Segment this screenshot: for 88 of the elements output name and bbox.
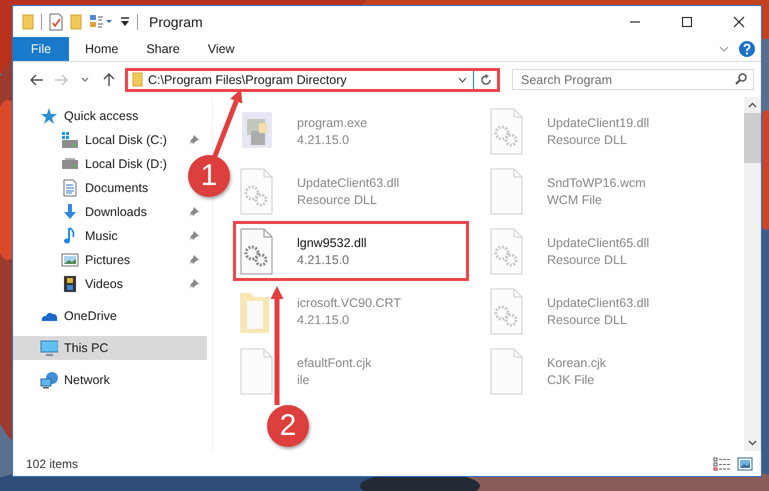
large-icons-view-icon[interactable] bbox=[737, 456, 753, 470]
file-item[interactable]: program.exe 4.21.15.0 bbox=[233, 103, 469, 159]
picture-icon bbox=[61, 251, 79, 269]
down-arrow-icon bbox=[61, 203, 79, 221]
up-arrow-icon bbox=[103, 72, 115, 86]
file-detail: 4.21.15.0 bbox=[297, 252, 350, 266]
gear-document-icon bbox=[239, 226, 275, 276]
file-name[interactable]: efaultFont.cjk bbox=[297, 356, 372, 370]
step-badge: 2 bbox=[267, 405, 309, 447]
file-name[interactable]: Korean.cjk bbox=[547, 356, 606, 370]
document-icon bbox=[489, 346, 525, 396]
nav-item[interactable]: Downloads bbox=[61, 200, 207, 224]
file-name[interactable]: UpdateClient63.dll bbox=[547, 296, 650, 310]
search-icon bbox=[735, 73, 747, 85]
address-path: C:\Program Files\Program Directory bbox=[148, 72, 348, 86]
document-icon bbox=[61, 179, 79, 197]
file-item[interactable]: SndToWP16.wcm WCM File bbox=[483, 163, 719, 219]
star-icon bbox=[40, 107, 58, 125]
details-view-icon[interactable] bbox=[713, 456, 731, 470]
gear-document-icon bbox=[489, 226, 525, 276]
file-item[interactable]: UpdateClient19.dll Resource DLL bbox=[483, 103, 719, 159]
right-arrow-icon bbox=[54, 74, 68, 86]
file-detail: 4.21.15.0 bbox=[297, 132, 350, 146]
folder-icon bbox=[132, 72, 143, 87]
step-badge: 1 bbox=[188, 155, 230, 197]
gear-document-icon bbox=[239, 166, 275, 216]
address-bar[interactable]: C:\Program Files\Program Directory bbox=[125, 68, 500, 92]
monitor-icon bbox=[40, 339, 58, 357]
network-icon bbox=[40, 371, 58, 389]
file-detail: 4.21.15.0 bbox=[297, 312, 350, 326]
ribbon-tab[interactable]: View bbox=[194, 37, 249, 61]
file-item[interactable]: icrosoft.VC90.CRT 4.21.15.0 bbox=[233, 283, 469, 339]
file-detail: Resource DLL bbox=[547, 252, 628, 266]
nav-item[interactable]: OneDrive bbox=[40, 304, 121, 328]
file-detail: CJK File bbox=[547, 372, 596, 386]
left-arrow-icon bbox=[30, 74, 44, 86]
drive-icon bbox=[61, 131, 79, 149]
file-detail: Resource DLL bbox=[547, 312, 628, 326]
file-name[interactable]: UpdateClient65.dll bbox=[547, 236, 650, 250]
customize-arrow-icon[interactable] bbox=[120, 16, 130, 28]
checklist-icon[interactable] bbox=[49, 12, 63, 30]
file-name[interactable]: icrosoft.VC90.CRT bbox=[297, 296, 401, 310]
dropdown-icon[interactable] bbox=[458, 76, 467, 82]
chevron-down-icon[interactable] bbox=[719, 46, 729, 52]
ribbon-tab[interactable]: Home bbox=[71, 37, 132, 61]
nav-item[interactable]: This PC bbox=[13, 336, 207, 360]
annotation-arrow bbox=[212, 89, 242, 157]
gear-document-icon bbox=[489, 286, 525, 336]
file-detail: Resource DLL bbox=[547, 132, 628, 146]
file-detail: WCM File bbox=[547, 192, 603, 206]
nav-item[interactable]: Pictures bbox=[61, 248, 207, 272]
item-count: 102 items bbox=[26, 456, 80, 470]
file-name[interactable]: SndToWP16.wcm bbox=[547, 176, 646, 190]
file-detail: ile bbox=[297, 372, 311, 386]
nav-item[interactable]: Videos bbox=[61, 272, 207, 296]
document-icon bbox=[489, 166, 525, 216]
file-item[interactable]: efaultFont.cjk ile bbox=[233, 343, 469, 399]
file-item[interactable]: UpdateClient63.dll Resource DLL bbox=[483, 283, 719, 339]
properties-icon[interactable] bbox=[89, 14, 113, 30]
close-icon bbox=[732, 16, 744, 28]
film-icon bbox=[61, 275, 79, 293]
chevron-down-icon bbox=[81, 77, 89, 82]
file-name[interactable]: UpdateClient19.dll bbox=[547, 116, 650, 130]
gear-document-icon bbox=[489, 106, 525, 156]
search-field[interactable]: Search Program bbox=[512, 69, 754, 90]
file-name[interactable]: lgnw9532.dll bbox=[297, 236, 366, 250]
file-item[interactable]: Korean.cjk CJK File bbox=[483, 343, 719, 399]
help-icon[interactable] bbox=[739, 41, 755, 57]
file-name[interactable]: program.exe bbox=[297, 116, 368, 130]
document-icon bbox=[239, 346, 275, 396]
file-item[interactable]: UpdateClient63.dll Resource DLL bbox=[233, 163, 469, 219]
window-title: Program bbox=[149, 14, 204, 30]
nav-item[interactable]: Local Disk (C:) bbox=[61, 128, 207, 152]
refresh-icon bbox=[480, 74, 492, 86]
nav-item[interactable]: Documents bbox=[61, 176, 152, 200]
nav-item[interactable]: Quick access bbox=[40, 104, 142, 128]
scrollbar[interactable] bbox=[744, 97, 761, 451]
file-detail: Resource DLL bbox=[297, 192, 378, 206]
ribbon-tab[interactable]: File bbox=[13, 37, 69, 61]
ribbon-tab[interactable]: Share bbox=[132, 37, 194, 61]
scroll-thumb[interactable] bbox=[744, 113, 761, 163]
minimize-icon bbox=[628, 20, 640, 22]
file-name[interactable]: UpdateClient63.dll bbox=[297, 176, 400, 190]
maximize-icon bbox=[680, 16, 692, 28]
nav-item[interactable]: Local Disk (D:) bbox=[61, 152, 171, 176]
file-item[interactable]: UpdateClient65.dll Resource DLL bbox=[483, 223, 719, 279]
nav-item[interactable]: Network bbox=[40, 368, 114, 392]
nav-item[interactable]: Music bbox=[61, 224, 207, 248]
